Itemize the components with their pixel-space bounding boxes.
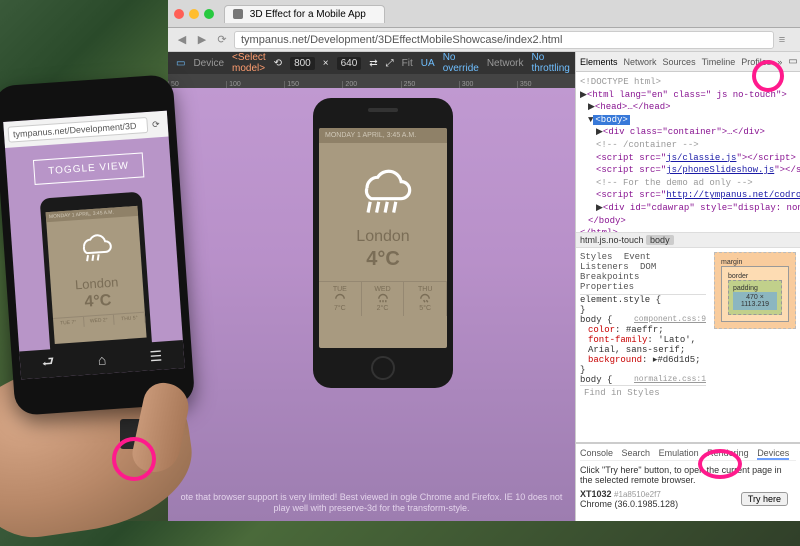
browser-tab[interactable]: 3D Effect for a Mobile App [224, 5, 385, 23]
rain-cloud-icon [351, 161, 415, 215]
home-nav-icon[interactable]: ⌂ [97, 351, 107, 368]
subtab-properties[interactable]: Properties [580, 282, 634, 292]
mobile-chrome-bar: tympanus.net/Development/3D ⟳ [3, 111, 168, 148]
fit-icon[interactable]: ⤢ [386, 58, 394, 69]
drawer-devices[interactable]: Devices [757, 448, 789, 460]
try-here-button[interactable]: Try here [741, 492, 788, 506]
iphone-mockup: MONDAY 1 APRIL, 3:45 A.M. London 4°C TUE… [313, 98, 453, 388]
devtools-panel: Elements Network Sources Timeline Profil… [575, 52, 800, 521]
swap-dimensions-icon[interactable]: ⇄ [369, 58, 377, 69]
ua-label: UA [421, 58, 435, 69]
address-bar: ◀ ▶ ⟳ tympanus.net/Development/3DEffectM… [168, 28, 800, 52]
ruler: 50100150200250300350 [168, 74, 575, 88]
drawer-emulation[interactable]: Emulation [659, 448, 699, 458]
forecast-cell[interactable]: WED2°C [362, 282, 405, 316]
device-id: XT1032 [580, 489, 612, 499]
device-model-select[interactable]: <Select model> [232, 52, 266, 74]
home-button-icon[interactable] [371, 356, 395, 380]
mobile-mockup: MONDAY 1 APRIL, 3:45 A.M. London 4°C TUE… [40, 192, 153, 363]
favicon-icon [233, 9, 243, 19]
back-icon[interactable]: ◀ [174, 32, 190, 48]
body-node[interactable]: ▼<body> [580, 114, 796, 127]
devtools-phone-icon[interactable]: ▭ [788, 56, 797, 67]
tab-timeline[interactable]: Timeline [702, 57, 736, 67]
width-input[interactable]: 800 [290, 57, 315, 70]
rain-cloud-icon [73, 228, 115, 265]
menu-icon[interactable]: ≡ [774, 32, 790, 48]
temperature: 4°C [51, 290, 144, 314]
mockup-screen: MONDAY 1 APRIL, 3:45 A.M. London 4°C TUE… [319, 128, 447, 348]
dom-breadcrumb[interactable]: html.js.no-touch body [576, 232, 800, 248]
demo-viewport: MONDAY 1 APRIL, 3:45 A.M. London 4°C TUE… [168, 88, 575, 521]
dom-tree[interactable]: <!DOCTYPE html> ▶<html lang="en" class="… [576, 72, 800, 232]
tab-elements[interactable]: Elements [580, 57, 618, 67]
url-field[interactable]: tympanus.net/Development/3DEffectMobileS… [234, 31, 774, 49]
browser-window-chrome: 3D Effect for a Mobile App [168, 0, 800, 28]
close-window-icon[interactable] [174, 9, 184, 19]
weather-date: MONDAY 1 APRIL, 3:45 A.M. [319, 128, 447, 143]
tab-sources[interactable]: Sources [663, 57, 696, 67]
temperature: 4°C [319, 248, 447, 271]
mobile-reload-icon[interactable]: ⟳ [152, 119, 160, 130]
android-nav-bar: ⮐ ⌂ ☰ [19, 340, 185, 379]
subtab-styles[interactable]: Styles [580, 252, 612, 262]
fit-label: Fit [402, 58, 413, 69]
styles-pane[interactable]: Styles Event Listeners DOM Breakpoints P… [576, 248, 710, 442]
demo-footer-note: ote that browser support is very limited… [168, 486, 575, 521]
device-hash: #1a8510e2f7 [614, 490, 661, 499]
maximize-window-icon[interactable] [204, 9, 214, 19]
device-label: Device [193, 58, 224, 69]
drawer-console[interactable]: Console [580, 448, 613, 458]
network-label: Network [487, 58, 524, 69]
forecast-cell[interactable]: TUE7°C [319, 282, 362, 316]
rotate-icon[interactable]: ⟲ [274, 58, 282, 69]
traffic-lights [174, 9, 214, 19]
tab-title: 3D Effect for a Mobile App [250, 9, 366, 20]
mobile-url-field[interactable]: tympanus.net/Development/3D [8, 117, 149, 143]
physical-phone: tympanus.net/Development/3D ⟳ TOGGLE VIE… [0, 74, 195, 416]
toggle-device-icon[interactable]: ▭ [176, 58, 185, 69]
tab-profiles[interactable]: Profiles [741, 57, 771, 67]
recent-nav-icon[interactable]: ☰ [149, 347, 163, 365]
devtools-tabs: Elements Network Sources Timeline Profil… [576, 52, 800, 72]
drawer-search[interactable]: Search [622, 448, 651, 458]
height-input[interactable]: 640 [337, 57, 362, 70]
device-toolbar: ▭ Device <Select model> ⟲ 800 × 640 ⇄ ⤢ … [168, 52, 575, 74]
tab-network[interactable]: Network [624, 57, 657, 67]
chrome-version: Chrome (36.0.1985.128) [580, 499, 678, 509]
phone-speaker-icon [368, 108, 398, 112]
throttle-select[interactable]: No throttling [532, 52, 570, 74]
forecast-cell[interactable]: THU5°C [404, 282, 447, 316]
forward-icon[interactable]: ▶ [194, 32, 210, 48]
devices-hint: Click "Try here" button, to open the cur… [580, 465, 796, 485]
forecast-row: TUE7°C WED2°C THU5°C [319, 281, 447, 316]
drawer-pane: Console Search Emulation Rendering Devic… [576, 443, 800, 521]
toggle-view-button[interactable]: TOGGLE VIEW [33, 152, 145, 185]
tabs-overflow-icon[interactable]: » [777, 57, 782, 67]
ua-select[interactable]: No override [443, 52, 479, 74]
dimension-x: × [323, 58, 329, 69]
box-model: margin border padding 470 × 1113.219 [710, 248, 800, 442]
city-name: London [319, 228, 447, 246]
find-in-styles[interactable]: Find in Styles [580, 385, 706, 400]
minimize-window-icon[interactable] [189, 9, 199, 19]
back-nav-icon[interactable]: ⮐ [41, 351, 55, 376]
drawer-rendering[interactable]: Rendering [707, 448, 749, 458]
reload-icon[interactable]: ⟳ [214, 32, 230, 48]
